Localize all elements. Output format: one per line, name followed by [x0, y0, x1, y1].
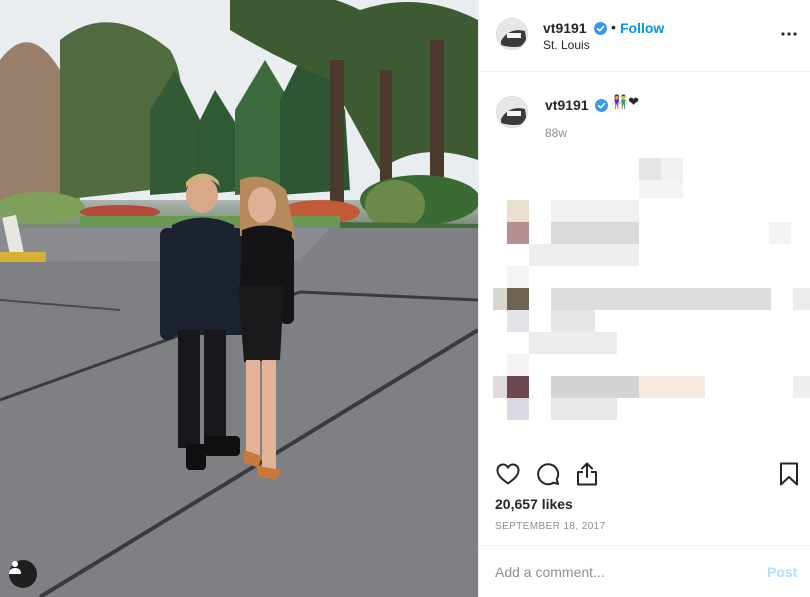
redacted-comments	[479, 148, 810, 448]
action-bar	[479, 452, 810, 496]
comment-bubble-icon[interactable]	[534, 460, 562, 488]
more-options-icon[interactable]	[781, 26, 797, 42]
caption-username[interactable]: vt9191	[545, 97, 589, 113]
follow-button[interactable]: Follow	[620, 20, 664, 36]
post-comment-button[interactable]: Post	[767, 564, 797, 580]
post-date: SEPTEMBER 18, 2017	[495, 521, 606, 532]
caption-avatar[interactable]	[496, 96, 528, 128]
verified-badge-icon	[594, 22, 607, 35]
caption-section: vt9191 👫❤ 88w	[479, 72, 810, 448]
caption-timestamp: 88w	[545, 126, 568, 140]
photo-scene	[0, 0, 478, 597]
user-tag-icon[interactable]	[9, 560, 37, 588]
post-sidebar: vt9191 • Follow St. Louis vt9191 👫❤ 88w …	[478, 0, 810, 597]
comment-input[interactable]	[495, 562, 745, 582]
comment-bar: Post	[479, 545, 810, 597]
location-link[interactable]: St. Louis	[543, 38, 590, 52]
post-photo[interactable]	[0, 0, 478, 597]
heart-icon[interactable]	[494, 460, 522, 488]
avatar[interactable]	[496, 18, 528, 50]
caption-text: 👫❤	[612, 94, 640, 109]
username-link[interactable]: vt9191	[543, 20, 587, 36]
separator-dot: •	[611, 19, 616, 35]
post-header: vt9191 • Follow St. Louis	[479, 0, 810, 72]
share-icon[interactable]	[573, 460, 601, 488]
likes-count[interactable]: 20,657 likes	[495, 496, 573, 512]
verified-badge-icon	[595, 99, 608, 112]
bookmark-icon[interactable]	[775, 460, 803, 488]
